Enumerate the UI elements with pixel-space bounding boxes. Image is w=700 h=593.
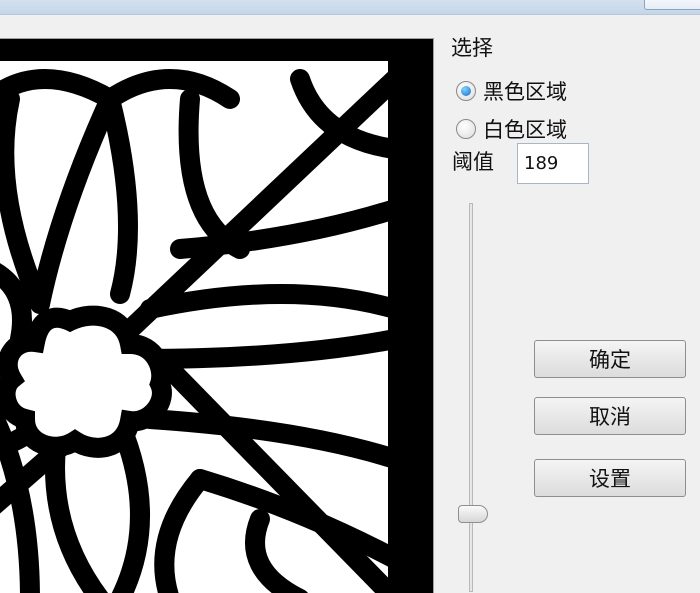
threshold-input[interactable] xyxy=(517,143,589,184)
lattice-pattern-image xyxy=(0,39,433,593)
radio-white-region-label: 白色区域 xyxy=(483,118,567,142)
radio-button-icon[interactable] xyxy=(456,81,476,101)
cancel-button[interactable]: 取消 xyxy=(534,397,686,435)
selection-group-label: 选择 xyxy=(451,36,493,60)
settings-button[interactable]: 设置 xyxy=(534,459,686,497)
radio-black-region-label: 黑色区域 xyxy=(483,80,567,104)
threshold-slider-track[interactable] xyxy=(469,203,473,592)
radio-white-region[interactable]: 白色区域 xyxy=(456,114,567,144)
title-bar xyxy=(0,0,700,15)
ok-button[interactable]: 确定 xyxy=(534,340,686,378)
radio-button-icon[interactable] xyxy=(456,119,476,139)
threshold-label: 阈值 xyxy=(452,150,494,174)
image-preview xyxy=(0,38,434,593)
window-control-button[interactable] xyxy=(644,0,700,10)
threshold-slider-thumb[interactable] xyxy=(458,505,488,523)
radio-black-region[interactable]: 黑色区域 xyxy=(456,76,567,106)
